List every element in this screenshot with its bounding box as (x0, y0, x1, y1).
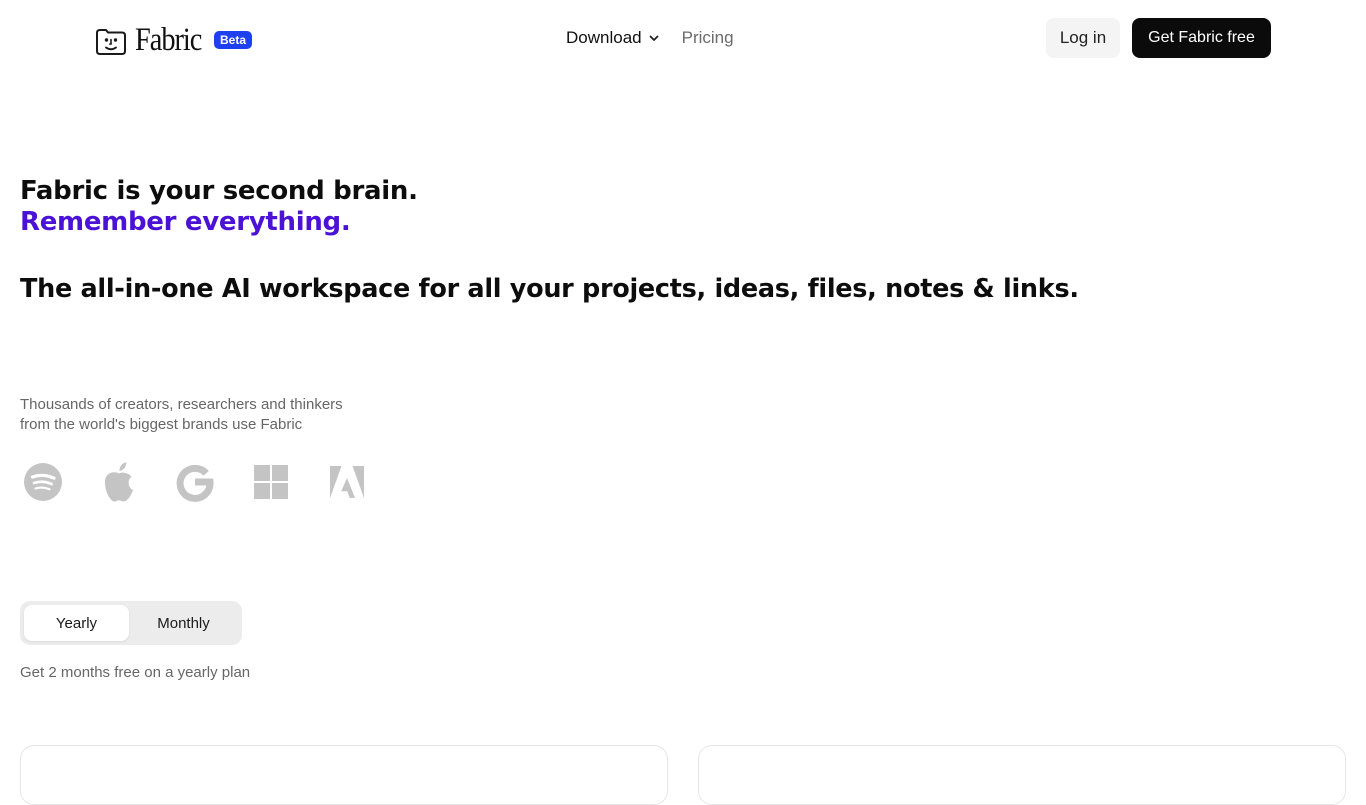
brand-name: Fabric (135, 22, 202, 58)
nav-download-dropdown[interactable]: Download (566, 28, 660, 48)
nav-download-label: Download (566, 28, 642, 47)
main-nav: Download Pricing (566, 24, 734, 52)
windows-icon (251, 460, 291, 504)
chevron-down-icon (649, 35, 659, 41)
brand-logos (23, 460, 403, 504)
plan-card-free (20, 745, 668, 805)
fabric-logo[interactable]: Fabric Beta (95, 20, 253, 60)
billing-period-toggle: Yearly Monthly (20, 601, 242, 645)
hero-headline: Fabric is your second brain. (20, 176, 418, 206)
hero-subheadline: The all-in-one AI workspace for all your… (20, 274, 1079, 304)
monthly-option[interactable]: Monthly (129, 605, 238, 641)
social-proof-line-1: Thousands of creators, researchers and t… (20, 396, 343, 413)
hero-headline-accent: Remember everything. (20, 207, 351, 237)
social-proof-line-2: from the world's biggest brands use Fabr… (20, 416, 303, 433)
site-header: Fabric Beta Download Pricing Log in Get … (0, 0, 1366, 76)
beta-badge: Beta (214, 31, 253, 49)
spotify-icon (23, 460, 63, 504)
adobe-icon (327, 460, 367, 504)
fabric-face-icon (96, 29, 126, 55)
yearly-option[interactable]: Yearly (24, 605, 129, 641)
nav-pricing-link[interactable]: Pricing (682, 28, 734, 48)
yearly-savings-note: Get 2 months free on a yearly plan (20, 664, 251, 681)
google-icon (175, 460, 215, 504)
social-proof-text: Thousands of creators, researchers and t… (20, 395, 440, 435)
login-button[interactable]: Log in (1046, 18, 1120, 58)
apple-icon (99, 460, 139, 504)
plan-card-pro (698, 745, 1346, 805)
get-fabric-free-button[interactable]: Get Fabric free (1132, 18, 1271, 58)
